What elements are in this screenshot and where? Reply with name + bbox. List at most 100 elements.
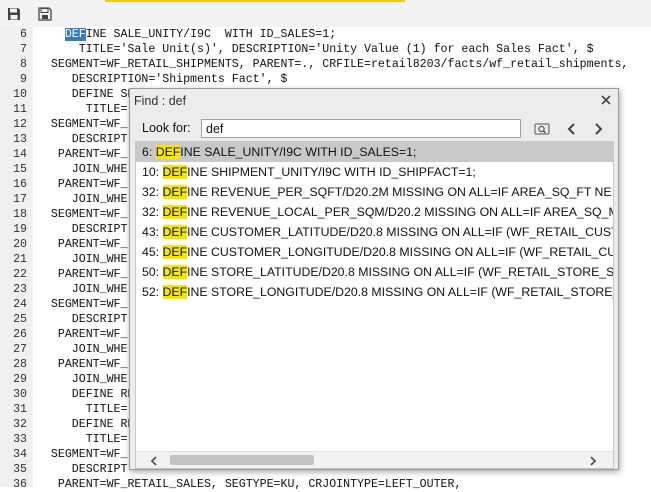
save-as-icon[interactable] — [37, 6, 53, 22]
code-text: DEFINE SALE_UNITY/I9C WITH ID_SALES=1; — [37, 27, 336, 42]
code-text: DEFINE SH — [37, 87, 135, 102]
line-number: 12 — [13, 118, 27, 131]
line-number: 6 — [20, 28, 27, 41]
next-icon[interactable] — [590, 121, 606, 137]
line-number: 14 — [13, 148, 27, 161]
code-segment: PARENT=WF_ — [37, 148, 128, 161]
code-line[interactable]: 9 DESCRIPTION='Shipments Fact', $ — [0, 72, 651, 87]
line-number: 13 — [13, 133, 27, 146]
match-highlight: DEF — [162, 165, 188, 179]
result-text: INE CUSTOMER_LONGITUDE/D20.8 MISSING ON … — [187, 245, 613, 259]
result-text: INE REVENUE_LOCAL_PER_SQM/D20.2 MISSING … — [187, 205, 613, 219]
code-segment: JOIN_WHE — [37, 343, 128, 356]
result-item[interactable]: 10: DEFINE SHIPMENT_UNITY/I9C WITH ID_SH… — [136, 162, 613, 182]
code-text: DESCRIPT — [37, 312, 128, 327]
code-segment: PARENT=WF_ — [37, 268, 128, 281]
line-number: 25 — [13, 313, 27, 326]
result-item[interactable]: 50: DEFINE STORE_LATITUDE/D20.8 MISSING … — [136, 262, 613, 282]
code-segment: JOIN_WHE — [37, 253, 128, 266]
code-segment: PARENT=WF_ — [37, 328, 128, 341]
match-highlight: DEF — [155, 145, 181, 159]
line-number: 30 — [13, 388, 27, 401]
save-icon[interactable] — [6, 6, 22, 22]
code-text: DESCRIPT — [37, 462, 128, 477]
code-line[interactable]: 7 TITLE='Sale Unit(s)', DESCRIPTION='Uni… — [0, 42, 651, 57]
scrollbar-thumb[interactable] — [170, 455, 314, 465]
code-segment: DESCRIPT — [37, 133, 128, 146]
horizontal-scrollbar[interactable] — [136, 451, 613, 468]
toolbar — [0, 0, 651, 28]
result-text: 45: — [142, 245, 163, 259]
line-number: 36 — [13, 478, 27, 491]
code-segment: PARENT=WF_RETAIL_SALES, SEGTYPE=KU, CRJO… — [37, 478, 462, 491]
line-number: 29 — [13, 373, 27, 386]
find-options-icon[interactable] — [534, 121, 550, 137]
result-text: 32: — [142, 185, 163, 199]
result-text: INE STORE_LONGITUDE/D20.8 MISSING ON ALL… — [187, 285, 613, 299]
match-highlight: DEF — [162, 245, 188, 259]
code-segment: INE SALE_UNITY/I9C WITH ID_SALES=1; — [85, 28, 337, 41]
result-text: 50: — [142, 265, 163, 279]
result-item[interactable]: 45: DEFINE CUSTOMER_LONGITUDE/D20.8 MISS… — [136, 242, 613, 262]
result-text: 6: — [142, 145, 156, 159]
result-text: INE REVENUE_PER_SQFT/D20.2M MISSING ON A… — [187, 185, 613, 199]
code-text: JOIN_WHE — [37, 342, 128, 357]
result-text: 52: — [142, 285, 163, 299]
find-dialog: Find : def Look for: 6: DEFINE SALE_UNIT… — [129, 88, 619, 470]
line-number: 27 — [13, 343, 27, 356]
search-input[interactable] — [201, 119, 521, 138]
toolbar-accent — [105, 0, 405, 2]
code-text: PARENT=WF_ — [37, 237, 128, 252]
line-number: 11 — [13, 103, 27, 116]
results-list[interactable]: 6: DEFINE SALE_UNITY/I9C WITH ID_SALES=1… — [135, 141, 614, 469]
code-text: JOIN_WHE — [37, 252, 128, 267]
code-text: DESCRIPTION='Shipments Fact', $ — [37, 72, 288, 87]
line-number: 15 — [13, 163, 27, 176]
result-item[interactable]: 6: DEFINE SALE_UNITY/I9C WITH ID_SALES=1… — [136, 142, 613, 162]
line-number: 8 — [20, 58, 27, 71]
code-segment: PARENT=WF_ — [37, 358, 128, 371]
match-highlight: DEF — [162, 285, 188, 299]
result-text: INE STORE_LATITUDE/D20.8 MISSING ON ALL=… — [187, 265, 613, 279]
line-number: 9 — [20, 73, 27, 86]
match-highlight: DEF — [162, 265, 188, 279]
previous-icon[interactable] — [564, 121, 580, 137]
code-text: TITLE='Sale Unit(s)', DESCRIPTION='Unity… — [37, 42, 594, 57]
code-segment: PARENT=WF_ — [37, 178, 128, 191]
line-number: 19 — [13, 223, 27, 236]
line-number: 23 — [13, 283, 27, 296]
line-number: 35 — [13, 463, 27, 476]
line-number: 28 — [13, 358, 27, 371]
result-item[interactable]: 52: DEFINE STORE_LONGITUDE/D20.8 MISSING… — [136, 282, 613, 302]
code-text: JOIN_WHE — [37, 162, 128, 177]
line-number: 20 — [13, 238, 27, 251]
line-number: 21 — [13, 253, 27, 266]
result-item[interactable]: 32: DEFINE REVENUE_LOCAL_PER_SQM/D20.2 M… — [136, 202, 613, 222]
match-highlight: DEF — [162, 225, 188, 239]
match-highlight: DEF — [162, 205, 188, 219]
line-number: 31 — [13, 403, 27, 416]
close-icon[interactable] — [599, 93, 613, 107]
code-text: SEGMENT=WF_RETAIL_SHIPMENTS, PARENT=., C… — [37, 57, 628, 72]
code-line[interactable]: 8 SEGMENT=WF_RETAIL_SHIPMENTS, PARENT=.,… — [0, 57, 651, 72]
match-highlight: DEF — [162, 185, 188, 199]
code-line[interactable]: 6 DEFINE SALE_UNITY/I9C WITH ID_SALES=1; — [0, 27, 651, 42]
code-segment: SEGMENT=WF_RETAIL_SHIPMENTS, PARENT=., C… — [37, 58, 629, 71]
line-number: 18 — [13, 208, 27, 221]
code-line[interactable]: 36 PARENT=WF_RETAIL_SALES, SEGTYPE=KU, C… — [0, 477, 651, 492]
line-number: 7 — [20, 43, 27, 56]
scroll-left-icon[interactable] — [148, 454, 160, 466]
code-text: JOIN_WHE — [37, 372, 128, 387]
code-text: JOIN_WHE — [37, 282, 128, 297]
code-text: DESCRIPT — [37, 222, 128, 237]
line-number: 32 — [13, 418, 27, 431]
line-number: 16 — [13, 178, 27, 191]
result-text: 43: — [142, 225, 163, 239]
result-item[interactable]: 32: DEFINE REVENUE_PER_SQFT/D20.2M MISSI… — [136, 182, 613, 202]
code-segment: DESCRIPT — [37, 223, 128, 236]
dialog-title: Find : def — [134, 94, 187, 108]
code-segment: DESCRIPTION='Shipments Fact', $ — [37, 73, 288, 86]
result-item[interactable]: 43: DEFINE CUSTOMER_LATITUDE/D20.8 MISSI… — [136, 222, 613, 242]
code-text: DESCRIPT — [37, 132, 128, 147]
scroll-right-icon[interactable] — [587, 454, 599, 466]
